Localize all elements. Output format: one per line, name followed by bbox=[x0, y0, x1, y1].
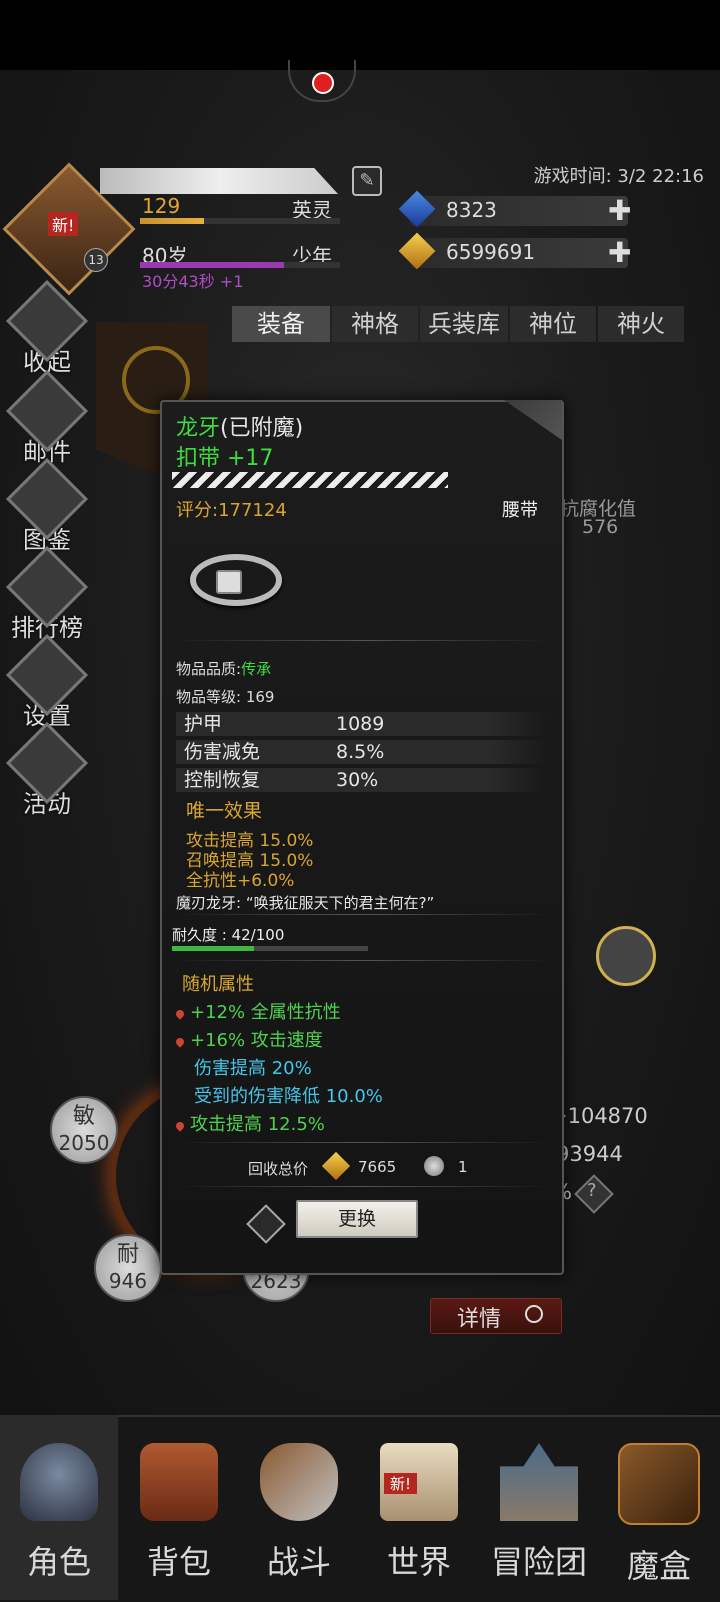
attack-range-value: ~104870 bbox=[550, 1104, 648, 1128]
random-attribute: 伤害提高 20% bbox=[194, 1058, 312, 1079]
helmet-icon bbox=[20, 1443, 98, 1521]
recycle-essence-value: 1 bbox=[458, 1158, 468, 1176]
item-quality-value: 传承 bbox=[241, 660, 272, 678]
sidebar-item-settings[interactable]: 设置 bbox=[5, 633, 89, 731]
sidebar-item-codex[interactable]: 图鉴 bbox=[5, 457, 89, 555]
sidebar-item-events[interactable]: 活动 bbox=[5, 721, 89, 819]
random-attribute: +12% 全属性抗性 bbox=[174, 998, 341, 1024]
durability-fill bbox=[172, 946, 255, 951]
edit-icon[interactable]: ✎ bbox=[352, 166, 382, 196]
add-gold-button[interactable]: ✚ bbox=[608, 236, 631, 269]
recycle-gold-value: 7665 bbox=[358, 1158, 397, 1176]
game-time: 游戏时间: 3/2 22:16 bbox=[533, 166, 704, 187]
avatar-new-badge: 新! bbox=[48, 212, 79, 236]
item-tooltip: 龙牙(已附魔) 扣带 +17 评分:177124 腰带 物品品质:传承 物品等级… bbox=[160, 400, 564, 1275]
item-score: 评分:177124 bbox=[176, 500, 287, 521]
item-name: 龙牙 bbox=[176, 416, 221, 441]
item-enchant-status: (已附魔) bbox=[220, 416, 304, 441]
tooltip-divider bbox=[172, 914, 552, 915]
tab-divinity[interactable]: 神格 bbox=[332, 306, 418, 342]
player-name-bar bbox=[100, 168, 338, 194]
tab-god-seat[interactable]: 神位 bbox=[510, 306, 596, 342]
tooltip-divider bbox=[172, 1186, 552, 1187]
unique-effect-title: 唯一效果 bbox=[186, 800, 263, 822]
attribute-row: 控制恢复 30% bbox=[176, 768, 546, 792]
item-level-label: 物品等级: bbox=[176, 688, 242, 706]
gold-icon bbox=[321, 1151, 351, 1181]
item-upgrade-bar bbox=[172, 472, 448, 488]
age-timer: 30分43秒 +1 bbox=[142, 272, 244, 291]
item-quality-label: 物品品质: bbox=[176, 660, 242, 678]
backpack-icon bbox=[140, 1443, 218, 1521]
recycle-label: 回收总价 bbox=[248, 1160, 309, 1178]
sidebar-item-mail[interactable]: 邮件 bbox=[5, 369, 89, 467]
item-slot: 腰带 bbox=[502, 500, 538, 521]
corruption-resist-value: 576 bbox=[582, 516, 619, 538]
nav-battle[interactable]: 战斗 bbox=[240, 1415, 358, 1600]
gem-currency: 8323 bbox=[398, 190, 628, 228]
exp-bar bbox=[140, 218, 340, 224]
castle-icon bbox=[500, 1443, 578, 1521]
tab-divine-fire[interactable]: 神火 bbox=[598, 306, 684, 342]
notification-dot-icon bbox=[312, 72, 334, 94]
belt-icon bbox=[190, 554, 282, 606]
tab-armory[interactable]: 兵装库 bbox=[420, 306, 508, 342]
stat-endurance[interactable]: 耐 946 bbox=[94, 1234, 162, 1302]
nav-world[interactable]: 新! 世界 bbox=[360, 1415, 478, 1600]
search-icon bbox=[525, 1305, 543, 1323]
nav-magic-box[interactable]: 魔盒 bbox=[600, 1415, 718, 1600]
details-button[interactable]: 详情 bbox=[430, 1298, 562, 1334]
magic-box-icon bbox=[618, 1443, 700, 1525]
world-new-badge: 新! bbox=[384, 1473, 418, 1494]
red-marker-icon bbox=[174, 1008, 186, 1020]
avatar-level-badge: 13 bbox=[84, 248, 108, 272]
tab-equipment[interactable]: 装备 bbox=[232, 306, 330, 342]
sword-shield-icon bbox=[260, 1443, 338, 1521]
attribute-row: 护甲 1089 bbox=[176, 712, 546, 736]
red-marker-icon bbox=[174, 1036, 186, 1048]
tooltip-divider bbox=[172, 1142, 552, 1143]
nav-backpack[interactable]: 背包 bbox=[120, 1415, 238, 1600]
random-attribute: +16% 攻击速度 bbox=[174, 1026, 323, 1052]
durability-bar bbox=[172, 946, 368, 951]
help-question-mark: ? bbox=[587, 1180, 597, 1201]
unique-effect: 全抗性+6.0% bbox=[186, 871, 295, 891]
attribute-row: 伤害减免 8.5% bbox=[176, 740, 546, 764]
random-attribute-title: 随机属性 bbox=[182, 974, 254, 995]
essence-icon bbox=[424, 1156, 444, 1176]
item-type-line: 扣带 +17 bbox=[176, 446, 274, 471]
lock-icon[interactable] bbox=[504, 400, 562, 440]
gold-currency: 6599691 bbox=[398, 232, 628, 270]
replace-button[interactable]: 更换 bbox=[296, 1200, 418, 1238]
sidebar-item-collapse[interactable]: 收起 bbox=[5, 279, 89, 377]
red-marker-icon bbox=[174, 1120, 186, 1132]
tooltip-divider bbox=[172, 640, 552, 641]
stat-agility[interactable]: 敏 2050 bbox=[50, 1096, 118, 1164]
random-attribute: 攻击提高 12.5% bbox=[174, 1110, 325, 1136]
add-gem-button[interactable]: ✚ bbox=[608, 194, 631, 227]
power-value: 93944 bbox=[556, 1142, 623, 1166]
player-level: 129 bbox=[142, 194, 181, 218]
tooltip-divider bbox=[172, 960, 552, 961]
nav-adventure-team[interactable]: 冒险团 bbox=[480, 1415, 598, 1600]
status-bar bbox=[0, 0, 720, 70]
share-icon[interactable] bbox=[246, 1204, 286, 1244]
random-attribute: 受到的伤害降低 10.0% bbox=[194, 1086, 383, 1107]
item-flavor-text: 魔刃龙牙: “唤我征服天下的君主何在?” bbox=[176, 894, 435, 912]
item-level-value: 169 bbox=[245, 688, 275, 706]
crown-emblem-icon bbox=[596, 926, 656, 986]
durability-label: 耐久度 : 42/100 bbox=[172, 926, 285, 944]
nav-character[interactable]: 角色 bbox=[0, 1415, 118, 1600]
sidebar-item-ranking[interactable]: 排行榜 bbox=[5, 545, 89, 643]
